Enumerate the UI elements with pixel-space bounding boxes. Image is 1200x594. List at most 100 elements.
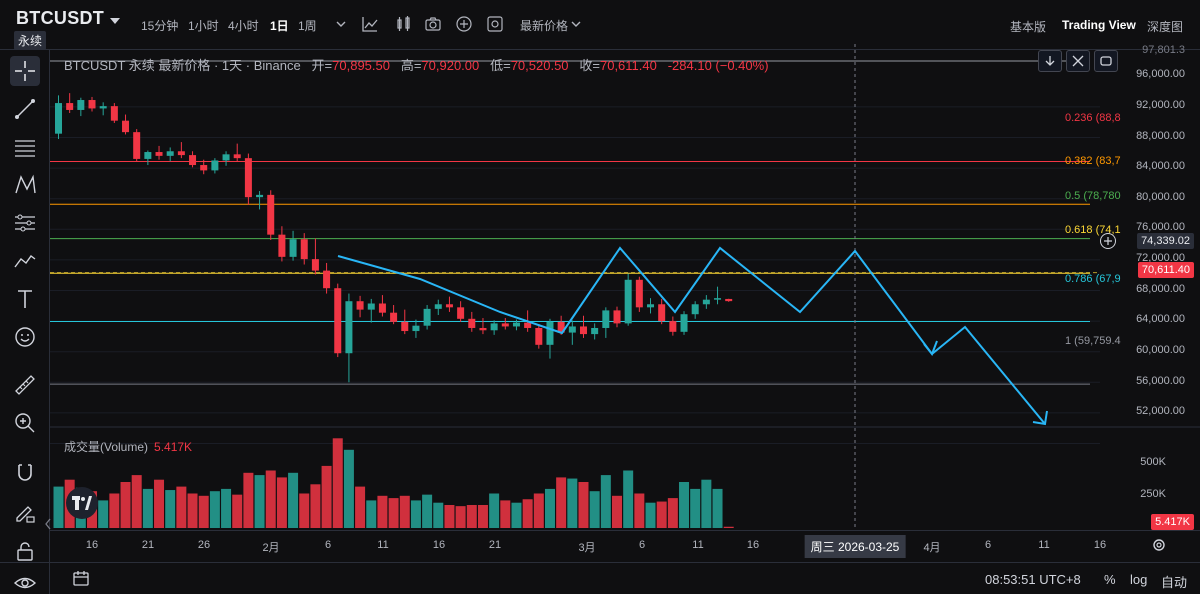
symbol-name[interactable]: BTCUSDT	[16, 8, 104, 29]
volume-bar	[455, 506, 466, 528]
volume-bar	[500, 500, 511, 528]
lock-pencil-icon[interactable]	[10, 498, 40, 528]
calendar-range-icon[interactable]	[72, 570, 90, 593]
zoom-in-icon[interactable]	[10, 408, 40, 438]
legend-high: 70,920.00	[421, 58, 480, 73]
time-tick: 16	[432, 539, 446, 551]
time-tick: 26	[197, 539, 211, 551]
volume-bar	[98, 500, 109, 528]
candle-body	[300, 239, 308, 260]
volume-bar	[399, 495, 410, 528]
settings-icon[interactable]	[485, 14, 505, 34]
volume-bar	[612, 495, 622, 528]
price-tick: 64,000.00	[1136, 313, 1185, 325]
candlestick-series	[55, 93, 733, 383]
chevron-down-icon[interactable]	[566, 14, 586, 34]
expand-icon[interactable]	[1066, 50, 1090, 72]
volume-bar	[433, 502, 444, 528]
price-tick: 56,000.00	[1136, 375, 1185, 387]
volume-bar	[176, 486, 187, 528]
candle-body	[479, 327, 487, 331]
chart-settings-icon[interactable]	[1151, 537, 1167, 558]
download-icon[interactable]	[1038, 50, 1062, 72]
price-type-select[interactable]: 最新价格	[520, 17, 568, 34]
camera-icon[interactable]	[423, 14, 443, 34]
candle-body	[200, 165, 208, 171]
time-tick: 11	[377, 539, 389, 551]
timeframe-1d[interactable]: 1日	[270, 17, 289, 34]
candle-body	[401, 321, 409, 332]
volume-bar	[299, 493, 310, 528]
time-axis[interactable]: 16 21 26 2月 6 11 16 21 3月 6 11 16 4月 6 1…	[50, 530, 1200, 560]
emoji-icon[interactable]	[10, 322, 40, 352]
plus-circle-icon[interactable]	[454, 14, 474, 34]
brush-icon[interactable]	[10, 246, 40, 276]
pattern-icon[interactable]	[10, 170, 40, 200]
log-toggle[interactable]: log	[1130, 572, 1147, 587]
time-tick: 11	[1038, 539, 1050, 551]
clock[interactable]: 08:53:51 UTC+8	[985, 572, 1081, 587]
volume-bar	[511, 502, 522, 528]
candle-body	[591, 327, 599, 335]
indicators-icon[interactable]	[394, 14, 414, 34]
candle-body	[468, 318, 476, 328]
view-depth[interactable]: 深度图	[1147, 18, 1183, 35]
horizontal-lines-icon[interactable]	[10, 132, 40, 162]
legend-open-key: 开=	[311, 58, 333, 73]
trend-line-icon[interactable]	[10, 94, 40, 124]
time-tick: 21	[488, 539, 502, 551]
candle-body	[66, 103, 74, 110]
volume-bar	[422, 494, 433, 528]
time-tick: 6	[638, 539, 646, 551]
text-icon[interactable]	[10, 284, 40, 314]
fib-label-0382: 0.382 (83,7	[1065, 155, 1121, 167]
timeframe-1h[interactable]: 1小时	[188, 17, 219, 34]
volume-bar	[154, 479, 165, 528]
view-basic[interactable]: 基本版	[1010, 18, 1046, 35]
tradingview-logo[interactable]	[66, 487, 98, 519]
price-chart[interactable]	[50, 44, 1200, 528]
fib-icon[interactable]	[10, 208, 40, 238]
volume-bar	[690, 488, 701, 528]
volume-bar	[198, 495, 209, 528]
volume-bar	[355, 486, 366, 528]
collapse-arrow-icon[interactable]	[44, 517, 52, 530]
crosshair-price-tag: 74,339.02	[1137, 233, 1194, 249]
crosshair-icon[interactable]	[10, 56, 40, 86]
chart-type-icon[interactable]	[360, 14, 380, 34]
magnet-icon[interactable]	[10, 458, 40, 488]
auto-toggle[interactable]: 自动	[1161, 572, 1187, 591]
percent-toggle[interactable]: %	[1104, 572, 1116, 587]
fib-label-0236: 0.236 (88,8	[1065, 112, 1121, 124]
volume-bar	[634, 493, 645, 528]
timeframe-1w[interactable]: 1周	[298, 17, 317, 34]
volume-bar	[332, 438, 343, 528]
candle-body	[378, 303, 386, 313]
price-tick: 88,000.00	[1136, 130, 1185, 142]
ohlc-legend: BTCUSDT 永续 最新价格 · 1天 · Binance 开=70,895.…	[64, 55, 769, 74]
candle-body	[512, 322, 520, 327]
volume-bar	[221, 488, 232, 528]
candle-body	[535, 327, 543, 345]
candle-body	[445, 304, 453, 308]
contract-type-badge: 永续	[14, 31, 47, 50]
replay-icon[interactable]	[1094, 50, 1118, 72]
time-tick: 4月	[923, 542, 941, 554]
time-tick: 2月	[262, 542, 280, 554]
symbol-dropdown-icon[interactable]	[110, 18, 120, 24]
chart-grid	[50, 106, 1100, 444]
volume-bar	[600, 475, 611, 528]
timeframe-more-icon[interactable]	[331, 14, 351, 34]
volume-bar	[679, 482, 690, 528]
timeframe-4h[interactable]: 4小时	[228, 17, 259, 34]
candle-body	[278, 234, 286, 257]
candle-body	[568, 326, 576, 333]
time-tick: 16	[1093, 539, 1107, 551]
projection-path	[337, 246, 1046, 425]
ruler-icon[interactable]	[10, 370, 40, 400]
view-tradingview[interactable]: Trading View	[1062, 18, 1136, 32]
volume-bar	[645, 502, 656, 528]
timeframe-15m[interactable]: 15分钟	[141, 17, 178, 34]
volume-bar	[165, 490, 176, 528]
volume-bar	[265, 470, 276, 528]
